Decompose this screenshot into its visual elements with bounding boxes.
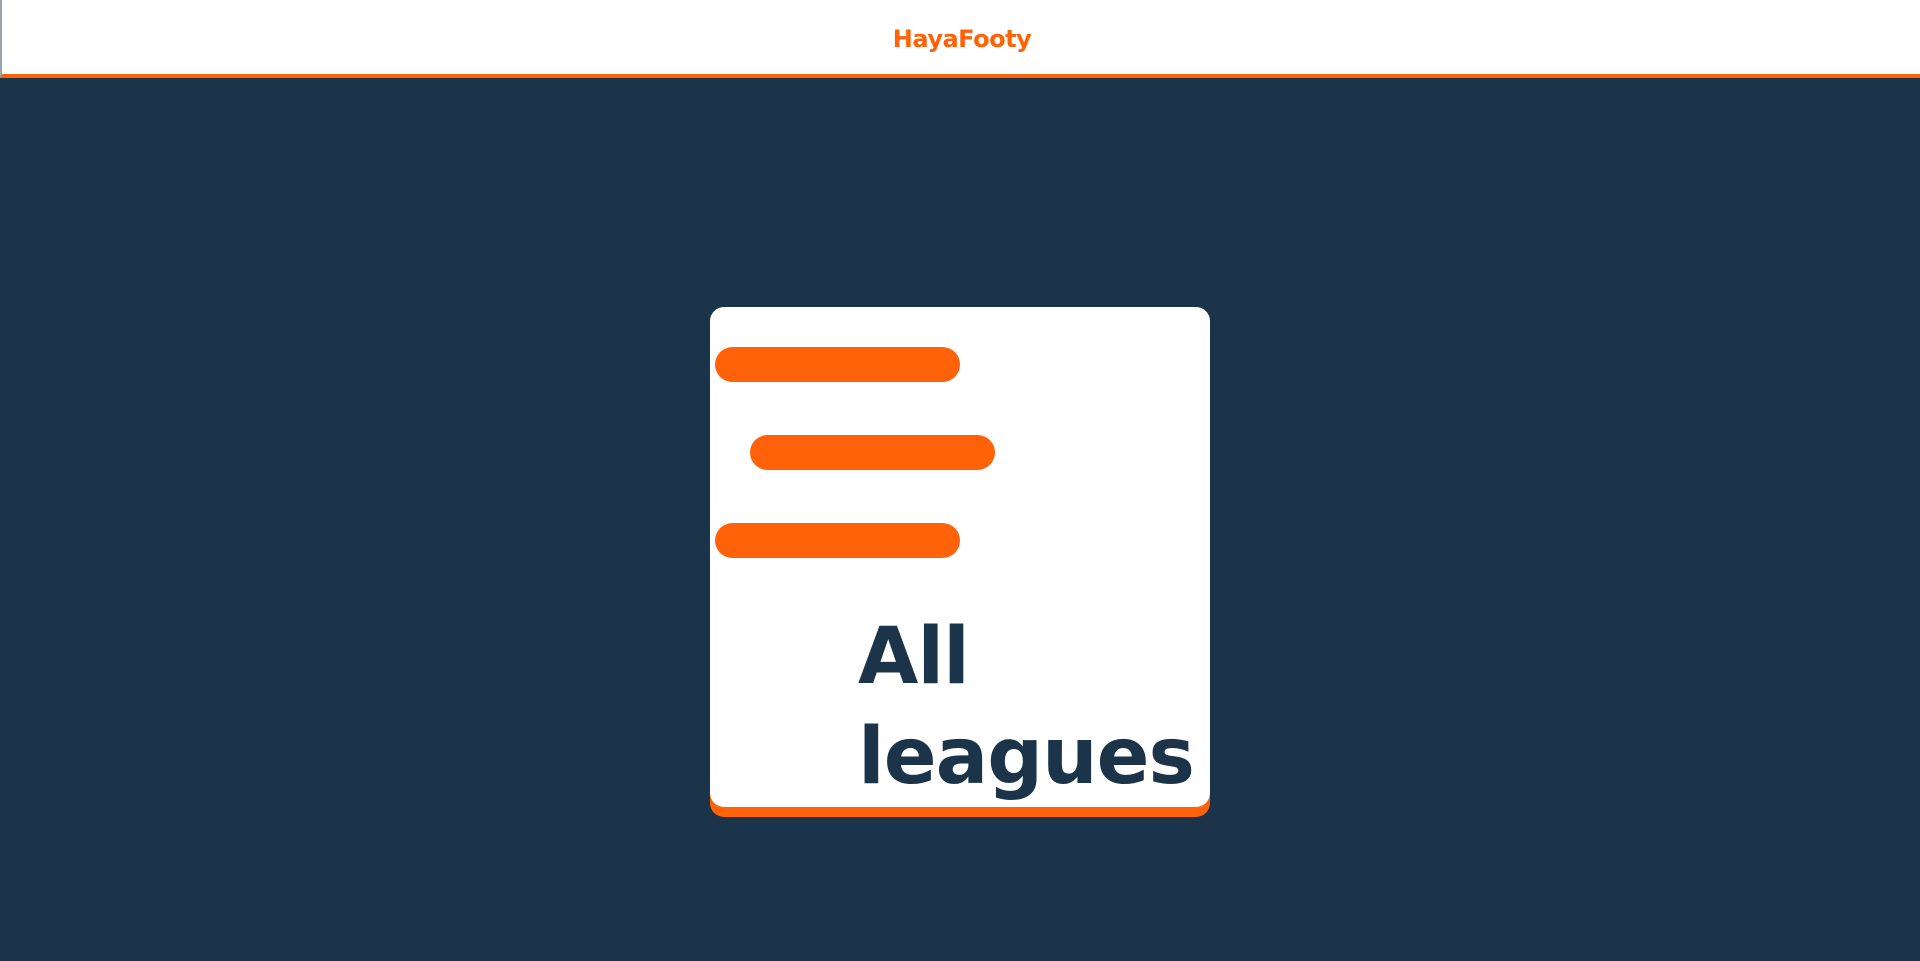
- menu-line-3: [715, 523, 960, 558]
- all-leagues-label: All leagues: [858, 612, 1195, 802]
- all-leagues-card[interactable]: All leagues: [710, 307, 1210, 807]
- menu-line-2: [750, 435, 995, 470]
- menu-line-1: [715, 347, 960, 382]
- brand-logo-link[interactable]: HayaFooty: [2, 24, 1920, 54]
- top-navigation-bar: HayaFooty: [0, 0, 1920, 78]
- main-content: All leagues: [0, 78, 1920, 961]
